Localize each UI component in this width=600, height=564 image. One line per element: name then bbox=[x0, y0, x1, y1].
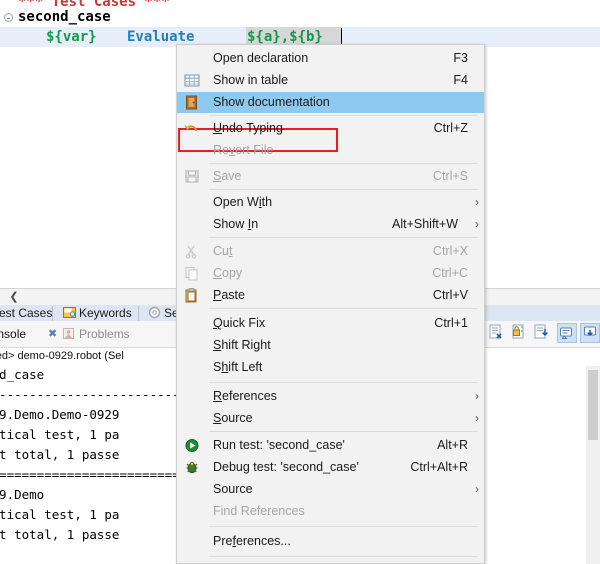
menu-item-accel: Ctrl+1 bbox=[434, 316, 468, 330]
menu-item-label: Debug test: 'second_case' bbox=[213, 460, 359, 474]
problems-icon bbox=[62, 327, 75, 346]
chevron-right-icon: › bbox=[475, 389, 479, 403]
tab-test-cases[interactable]: Test Cases bbox=[0, 305, 57, 322]
menu-item-undo-typing[interactable]: Undo Typing Ctrl+Z bbox=[177, 118, 484, 139]
menu-item-label: Show in table bbox=[213, 73, 289, 87]
chevron-right-icon: › bbox=[475, 195, 479, 209]
console-line: ond_case bbox=[0, 367, 45, 382]
chevron-right-icon: › bbox=[475, 411, 479, 425]
menu-item-save: Save Ctrl+S bbox=[177, 166, 484, 187]
menu-item-label: Shift Left bbox=[213, 360, 263, 374]
menu-item-show-in[interactable]: Show In Alt+Shift+W › bbox=[177, 214, 484, 235]
scroll-lock-icon[interactable] bbox=[533, 323, 553, 343]
console-line: ritical test, 1 pa bbox=[0, 427, 120, 442]
menu-item-find-references: Find References bbox=[177, 501, 484, 522]
editor-test-name: second_case bbox=[18, 9, 111, 25]
menu-item-cut: Cut Ctrl+X bbox=[177, 241, 484, 262]
menu-item-label: Undo Typing bbox=[213, 121, 283, 135]
menu-item-accel: Ctrl+V bbox=[432, 288, 468, 302]
menu-item-copy: Copy Ctrl+C bbox=[177, 263, 484, 284]
chevron-right-icon: › bbox=[475, 482, 479, 496]
menu-item-label: Find References bbox=[213, 504, 305, 518]
menu-item-accel: Alt+R bbox=[437, 438, 468, 452]
menu-item-accel: Alt+Shift+W bbox=[392, 217, 458, 231]
context-menu[interactable]: Open declaration F3 Show in table F4 Sho… bbox=[176, 44, 485, 564]
menu-item-accel: Ctrl+C bbox=[432, 266, 468, 280]
scrollbar-thumb[interactable] bbox=[588, 370, 598, 440]
cut-icon bbox=[183, 243, 201, 260]
copy-icon bbox=[183, 265, 201, 282]
menu-item-debug-test[interactable]: Debug test: 'second_case' Ctrl+Alt+R bbox=[177, 457, 484, 478]
tab-keywords-label: Keywords bbox=[79, 306, 132, 320]
menu-item-label: Revert File bbox=[213, 143, 274, 157]
tab-problems-label: Problems bbox=[79, 327, 130, 341]
menu-item-label: References bbox=[213, 389, 277, 403]
console-scrollbar[interactable] bbox=[586, 366, 600, 564]
close-icon[interactable]: ✖ bbox=[48, 327, 57, 340]
undo-icon bbox=[183, 120, 201, 137]
menu-item-accel: Ctrl+Alt+R bbox=[410, 460, 468, 474]
lock-scroll-icon[interactable] bbox=[510, 323, 530, 343]
menu-item-paste[interactable]: Paste Ctrl+V bbox=[177, 285, 484, 306]
tab-test-cases-label: Test Cases bbox=[0, 306, 53, 320]
menu-item-label: Show In bbox=[213, 217, 259, 231]
paste-icon bbox=[183, 287, 201, 304]
menu-item-shift-right[interactable]: Shift Right bbox=[177, 335, 484, 356]
menu-item-source-1[interactable]: Source › bbox=[177, 408, 484, 429]
menu-item-quick-fix[interactable]: Quick Fix Ctrl+1 bbox=[177, 313, 484, 334]
menu-item-show-documentation[interactable]: Show documentation bbox=[177, 92, 484, 113]
documentation-icon bbox=[183, 94, 201, 111]
menu-item-source-2[interactable]: Source › bbox=[177, 479, 484, 500]
console-line: ritical test, 1 pa bbox=[0, 507, 120, 522]
menu-item-accel: Ctrl+S bbox=[432, 169, 468, 183]
console-line: est total, 1 passe bbox=[0, 527, 120, 542]
menu-item-label: Open With bbox=[213, 195, 273, 209]
menu-item-accel: Ctrl+X bbox=[432, 244, 468, 258]
chevron-left-icon[interactable]: ❮ bbox=[6, 290, 22, 304]
console-line: est total, 1 passe bbox=[0, 447, 120, 462]
tab-keywords[interactable]: Keywords bbox=[58, 305, 137, 322]
menu-item-label: Shift Right bbox=[213, 338, 271, 352]
display-console-icon[interactable] bbox=[556, 323, 577, 343]
menu-item-label: Quick Fix bbox=[213, 316, 266, 330]
menu-item-references[interactable]: References › bbox=[177, 386, 484, 407]
tab-console-label: Console bbox=[0, 327, 27, 341]
pin-console-icon[interactable] bbox=[580, 323, 600, 343]
menu-item-accel: F4 bbox=[453, 73, 468, 87]
menu-item-label: Source bbox=[213, 482, 253, 496]
console-line: 419.Demo bbox=[0, 487, 45, 502]
console-line: 419.Demo.Demo-0929 bbox=[0, 407, 120, 422]
editor-token-variable: ${var} bbox=[46, 29, 97, 45]
menu-item-revert-file: Revert File bbox=[177, 140, 484, 161]
menu-item-open-with[interactable]: Open With › bbox=[177, 192, 484, 213]
debug-icon bbox=[183, 459, 201, 476]
console-toolbar bbox=[474, 323, 600, 345]
menu-item-preferences[interactable]: Preferences... bbox=[177, 531, 484, 552]
menu-item-label: Preferences... bbox=[213, 534, 291, 548]
menu-item-label: Run test: 'second_case' bbox=[213, 438, 345, 452]
menu-item-label: Open declaration bbox=[213, 51, 309, 65]
menu-item-open-declaration[interactable]: Open declaration F3 bbox=[177, 48, 484, 69]
menu-item-label: Save bbox=[213, 169, 242, 183]
menu-item-accel: F3 bbox=[453, 51, 468, 65]
menu-item-accel: Ctrl+Z bbox=[433, 121, 468, 135]
menu-item-run-test[interactable]: Run test: 'second_case' Alt+R bbox=[177, 435, 484, 456]
clear-console-icon[interactable] bbox=[487, 323, 507, 343]
tab-console[interactable]: Console bbox=[0, 325, 26, 344]
menu-item-label: Cut bbox=[213, 244, 233, 258]
chevron-right-icon: › bbox=[475, 217, 479, 231]
save-icon bbox=[183, 168, 201, 185]
menu-item-label: Paste bbox=[213, 288, 245, 302]
table-icon bbox=[183, 72, 201, 89]
tab-problems[interactable]: Problems bbox=[62, 325, 130, 344]
menu-item-label: Show documentation bbox=[213, 95, 330, 109]
run-icon bbox=[183, 437, 201, 454]
menu-item-label: Source bbox=[213, 411, 253, 425]
menu-item-show-in-table[interactable]: Show in table F4 bbox=[177, 70, 484, 91]
menu-item-label: Copy bbox=[213, 266, 243, 280]
menu-item-shift-left[interactable]: Shift Left bbox=[177, 357, 484, 378]
